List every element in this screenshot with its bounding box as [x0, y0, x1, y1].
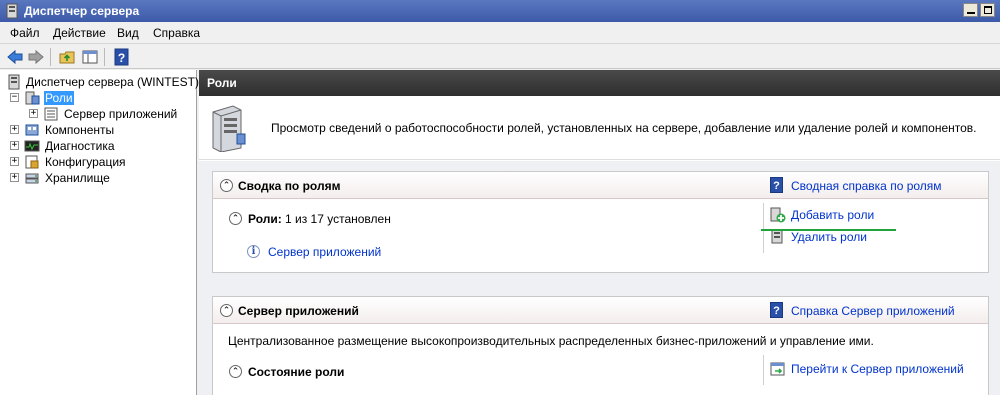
- svg-text:?: ?: [118, 51, 125, 65]
- tree-label-root: Диспетчер сервера (WINTEST): [26, 75, 199, 89]
- add-roles-icon: [770, 207, 786, 223]
- expand-tree-icon[interactable]: +: [10, 173, 19, 182]
- menu-file[interactable]: Файл: [10, 26, 40, 40]
- intro-section: Просмотр сведений о работоспособности ро…: [199, 96, 1000, 160]
- menu-help[interactable]: Справка: [153, 26, 200, 40]
- roles-count: 1 из 17 установлен: [285, 212, 391, 226]
- roles-help-link[interactable]: Сводная справка по ролям: [791, 179, 942, 193]
- menu-action[interactable]: Действие: [53, 26, 106, 40]
- panel-title: Сервер приложений: [238, 304, 359, 318]
- roles-actions: Добавить роли Удалить роли: [763, 203, 976, 253]
- tree-item-roles[interactable]: − Роли: [0, 90, 197, 106]
- forward-arrow-icon[interactable]: [27, 48, 45, 66]
- up-folder-icon[interactable]: [58, 48, 76, 66]
- back-arrow-icon[interactable]: [6, 48, 24, 66]
- app-server-role-link[interactable]: Сервер приложений: [268, 245, 381, 259]
- server-manager-icon: [8, 74, 20, 90]
- expand-tree-icon[interactable]: +: [10, 125, 19, 134]
- app-server-description: Централизованное размещение высокопроизв…: [228, 334, 874, 348]
- minimize-button[interactable]: [963, 3, 978, 17]
- panel-title: Сводка по ролям: [238, 179, 341, 193]
- storage-icon: [25, 173, 39, 184]
- help-icon[interactable]: ?: [770, 302, 783, 318]
- tree-item-root[interactable]: Диспетчер сервера (WINTEST): [0, 74, 199, 90]
- diagnostics-icon: [24, 140, 40, 152]
- main-pane: Роли Просмотр сведений о работоспособнос…: [199, 70, 1000, 395]
- tree-item-configuration[interactable]: + Конфигурация: [0, 154, 197, 170]
- expand-tree-icon[interactable]: +: [10, 141, 19, 150]
- tree-label-roles: Роли: [44, 91, 74, 105]
- expand-tree-icon[interactable]: +: [29, 109, 38, 118]
- tree-label-components: Компоненты: [45, 123, 115, 137]
- remove-roles-link[interactable]: Удалить роли: [791, 230, 867, 244]
- app-server-actions: Перейти к Сервер приложений: [763, 355, 976, 385]
- tree-label-app-server: Сервер приложений: [64, 107, 178, 121]
- tree-label-configuration: Конфигурация: [45, 155, 126, 169]
- help-icon[interactable]: ?: [770, 177, 783, 193]
- server-manager-icon: [6, 3, 18, 19]
- tree-label-diagnostics: Диагностика: [45, 139, 115, 153]
- toolbar: ?: [0, 44, 1000, 69]
- panel-header: ⌃ Сервер приложений ? Справка Сервер при…: [213, 297, 988, 324]
- toolbar-separator: [50, 48, 51, 66]
- maximize-button[interactable]: [980, 3, 995, 17]
- roles-icon: [25, 91, 40, 105]
- server-tower-icon: [212, 105, 246, 152]
- expand-tree-icon[interactable]: +: [10, 157, 19, 166]
- remove-roles-icon: [771, 229, 783, 244]
- panel-header: ⌃ Сводка по ролям ? Сводная справка по р…: [213, 172, 988, 199]
- app-server-icon: [44, 107, 58, 121]
- page-title: Роли: [207, 76, 237, 90]
- roles-label: Роли:: [248, 212, 282, 226]
- collapse-section-icon[interactable]: ⌃: [220, 179, 233, 192]
- tree-item-components[interactable]: + Компоненты: [0, 122, 197, 138]
- role-status-title: Состояние роли: [248, 365, 345, 379]
- components-icon: [25, 124, 39, 136]
- menu-bar: Файл Действие Вид Справка: [0, 22, 1000, 44]
- go-to-app-server-link[interactable]: Перейти к Сервер приложений: [791, 362, 964, 376]
- toolbar-separator: [104, 48, 105, 66]
- title-bar: Диспетчер сервера: [0, 0, 1000, 22]
- app-server-panel: ⌃ Сервер приложений ? Справка Сервер при…: [212, 296, 989, 395]
- app-server-help-link[interactable]: Справка Сервер приложений: [791, 304, 955, 318]
- main-header: Роли: [199, 70, 1000, 96]
- tree-item-storage[interactable]: + Хранилище: [0, 170, 197, 186]
- menu-view[interactable]: Вид: [117, 26, 139, 40]
- go-to-icon: [770, 362, 785, 376]
- help-icon[interactable]: ?: [113, 48, 131, 66]
- show-hide-tree-icon[interactable]: [81, 48, 99, 66]
- collapse-section-icon[interactable]: ⌃: [220, 304, 233, 317]
- configuration-icon: [25, 155, 39, 169]
- highlight-underline: [761, 229, 896, 231]
- tree-label-storage: Хранилище: [45, 171, 110, 185]
- content-area: ⌃ Сводка по ролям ? Сводная справка по р…: [199, 161, 1000, 395]
- collapse-tree-icon[interactable]: −: [10, 93, 19, 102]
- navigation-tree: Диспетчер сервера (WINTEST) − Роли + Сер…: [0, 70, 199, 395]
- tree-item-diagnostics[interactable]: + Диагностика: [0, 138, 197, 154]
- roles-summary-panel: ⌃ Сводка по ролям ? Сводная справка по р…: [212, 171, 989, 273]
- tree-item-app-server[interactable]: + Сервер приложений: [0, 106, 197, 122]
- intro-text: Просмотр сведений о работоспособности ро…: [271, 121, 977, 135]
- collapse-subsection-icon[interactable]: ⌃: [229, 212, 242, 225]
- window-title: Диспетчер сервера: [24, 4, 140, 18]
- info-icon: i: [247, 245, 260, 258]
- collapse-subsection-icon[interactable]: ⌃: [229, 365, 242, 378]
- add-roles-link[interactable]: Добавить роли: [791, 208, 874, 222]
